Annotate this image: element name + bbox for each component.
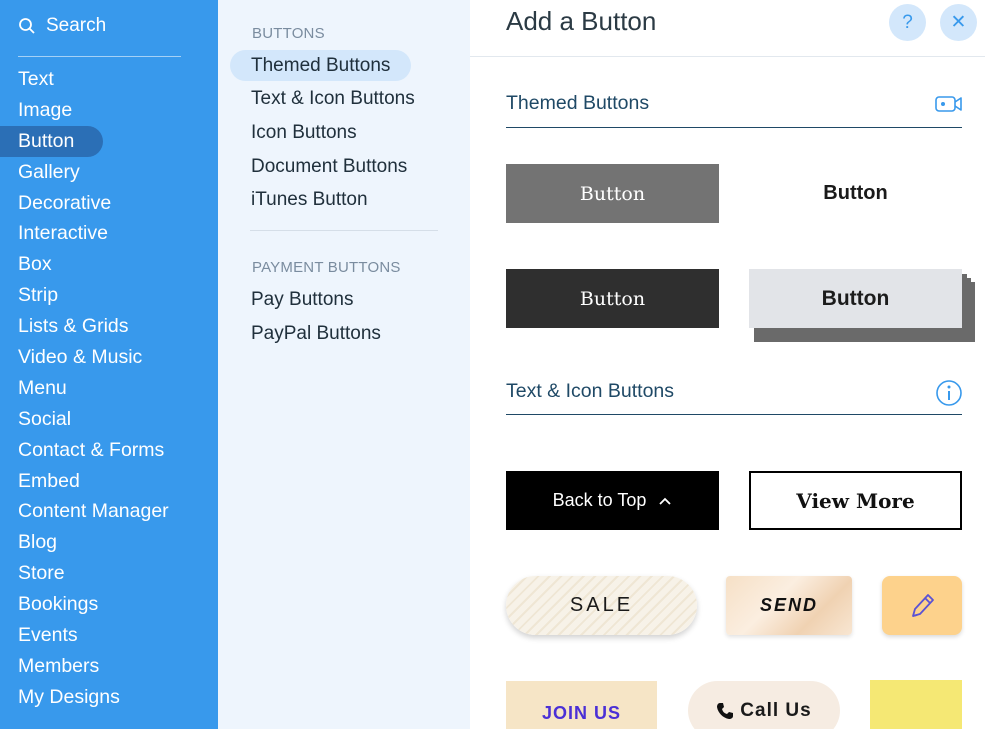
themed-button-stacked-shadow[interactable]: Button bbox=[749, 269, 962, 328]
category-lists-grids[interactable]: Lists & Grids bbox=[0, 311, 218, 342]
category-my-designs[interactable]: My Designs bbox=[0, 682, 218, 713]
button-submenu: BUTTONS Themed Buttons Text & Icon Butto… bbox=[218, 0, 470, 729]
close-icon: ✕ bbox=[950, 12, 967, 33]
submenu-item-document-buttons[interactable]: Document Buttons bbox=[230, 151, 428, 182]
category-list: Text Image Button Gallery Decorative Int… bbox=[0, 64, 218, 713]
category-social[interactable]: Social bbox=[0, 404, 218, 435]
pencil-button[interactable] bbox=[882, 576, 962, 635]
category-interactive[interactable]: Interactive bbox=[0, 218, 218, 249]
category-box[interactable]: Box bbox=[0, 249, 218, 280]
category-content-manager[interactable]: Content Manager bbox=[0, 496, 218, 527]
category-decorative[interactable]: Decorative bbox=[0, 188, 218, 219]
pencil-icon bbox=[912, 593, 934, 617]
themed-buttons-section-title: Themed Buttons bbox=[506, 92, 650, 114]
back-to-top-label: Back to Top bbox=[552, 490, 647, 510]
call-us-button[interactable]: Call Us bbox=[688, 681, 840, 729]
back-to-top-button[interactable]: Back to Top bbox=[506, 471, 719, 530]
search-label: Search bbox=[46, 15, 107, 36]
info-icon[interactable] bbox=[935, 379, 963, 407]
close-button[interactable]: ✕ bbox=[940, 4, 977, 41]
submenu-item-themed-buttons[interactable]: Themed Buttons bbox=[230, 50, 412, 81]
search-button[interactable]: Search bbox=[18, 12, 106, 40]
category-button[interactable]: Button bbox=[0, 125, 103, 157]
view-more-button[interactable]: View More bbox=[749, 471, 962, 530]
category-menu[interactable]: Menu bbox=[0, 373, 218, 404]
submenu-item-pay-buttons[interactable]: Pay Buttons bbox=[230, 284, 374, 315]
category-embed[interactable]: Embed bbox=[0, 466, 218, 497]
themed-button-dark[interactable]: Button bbox=[506, 269, 719, 328]
submenu-item-text-icon-buttons[interactable]: Text & Icon Buttons bbox=[230, 83, 436, 114]
chevron-up-icon bbox=[659, 497, 671, 505]
help-icon: ? bbox=[902, 11, 913, 33]
search-divider bbox=[18, 56, 181, 57]
sale-button[interactable]: SALE bbox=[506, 576, 697, 635]
add-button-panel: Add a Button ? ✕ Themed Buttons Button B… bbox=[470, 0, 985, 729]
video-icon[interactable] bbox=[935, 90, 963, 118]
text-icon-section-divider bbox=[506, 414, 962, 415]
send-button[interactable]: SEND bbox=[726, 576, 852, 635]
header-divider bbox=[470, 56, 985, 57]
themed-button-gray[interactable]: Button bbox=[506, 164, 719, 223]
category-video-music[interactable]: Video & Music bbox=[0, 342, 218, 373]
category-members[interactable]: Members bbox=[0, 651, 218, 682]
submenu-divider bbox=[250, 230, 438, 231]
help-button[interactable]: ? bbox=[889, 4, 926, 41]
category-contact-forms[interactable]: Contact & Forms bbox=[0, 435, 218, 466]
themed-button-plain[interactable]: Button bbox=[749, 164, 962, 223]
category-image[interactable]: Image bbox=[0, 95, 218, 126]
submenu-item-itunes-button[interactable]: iTunes Button bbox=[230, 184, 389, 215]
phone-icon bbox=[717, 702, 734, 719]
themed-button-shadow-wrapper[interactable]: Button bbox=[749, 269, 975, 342]
category-gallery[interactable]: Gallery bbox=[0, 157, 218, 188]
join-us-button[interactable]: JOIN US bbox=[506, 681, 657, 729]
category-text[interactable]: Text bbox=[0, 64, 218, 95]
category-bookings[interactable]: Bookings bbox=[0, 589, 218, 620]
buttons-section-header: BUTTONS bbox=[252, 25, 325, 42]
panel-title: Add a Button bbox=[506, 6, 657, 36]
submenu-item-icon-buttons[interactable]: Icon Buttons bbox=[230, 117, 378, 148]
category-events[interactable]: Events bbox=[0, 620, 218, 651]
submenu-item-paypal-buttons[interactable]: PayPal Buttons bbox=[230, 318, 402, 349]
payment-section-header: PAYMENT BUTTONS bbox=[252, 259, 401, 276]
category-store[interactable]: Store bbox=[0, 558, 218, 589]
yellow-button[interactable] bbox=[870, 680, 962, 729]
category-blog[interactable]: Blog bbox=[0, 527, 218, 558]
call-us-label: Call Us bbox=[740, 699, 812, 721]
themed-section-divider bbox=[506, 127, 962, 128]
text-icon-buttons-section-title: Text & Icon Buttons bbox=[506, 380, 675, 402]
category-strip[interactable]: Strip bbox=[0, 280, 218, 311]
search-icon bbox=[19, 18, 35, 34]
add-panel-sidebar: Search Text Image Button Gallery Decorat… bbox=[0, 0, 218, 729]
